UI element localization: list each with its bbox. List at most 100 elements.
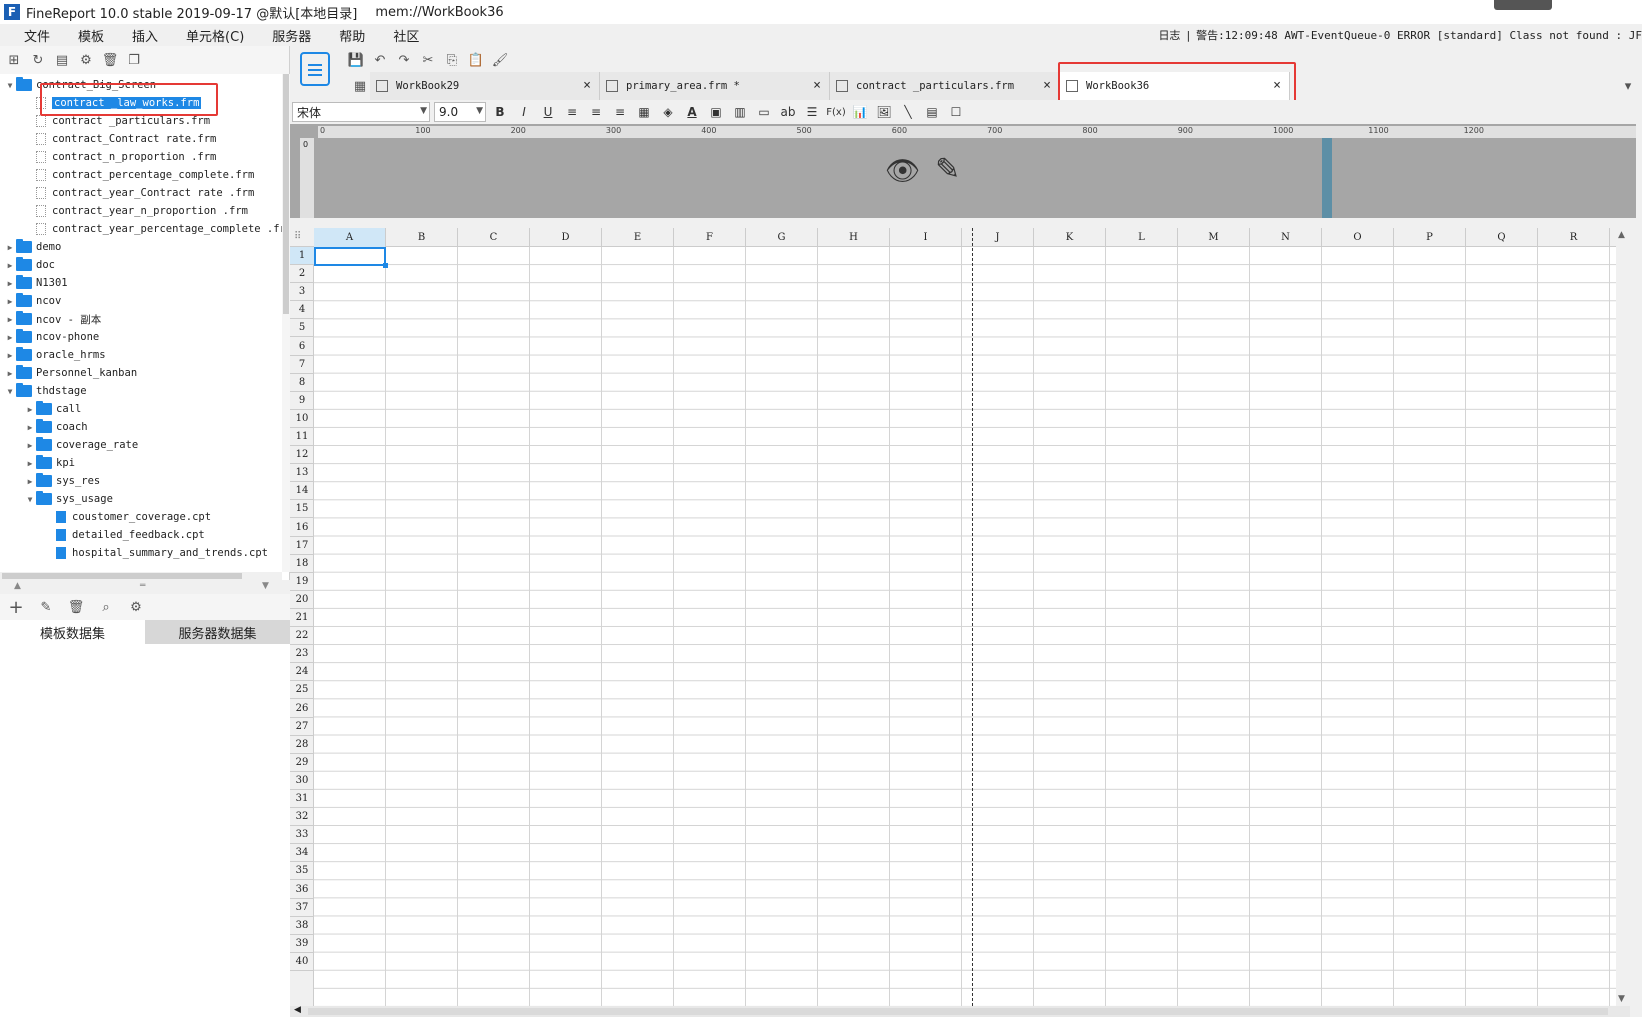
row-header[interactable]: 34 [290,844,314,863]
log-label[interactable]: 日志 [1158,27,1180,43]
row-header[interactable]: 30 [290,772,314,790]
redo-icon[interactable]: ↷ [396,52,412,68]
row-header[interactable]: 24 [290,663,314,682]
save-icon[interactable]: 💾 [348,52,364,68]
delete-dataset-icon[interactable]: 🗑 [68,599,85,615]
row-header[interactable]: 29 [290,754,314,772]
tree-file[interactable]: contract_Contract rate.frm [24,130,216,148]
column-header[interactable]: H [818,228,890,247]
tree-folder[interactable]: ▶ coach [24,418,88,436]
tree-folder[interactable]: ▶ ncov - 副本 [4,310,101,328]
new-folder-icon[interactable]: ⊞ [6,52,22,68]
row-header[interactable]: 3 [290,283,314,302]
text-wrap-button[interactable]: ab [778,102,798,122]
tree-file[interactable]: contract_n_proportion .frm [24,148,216,166]
row-header[interactable]: 14 [290,482,314,501]
tree-folder[interactable]: ▶ coverage_rate [24,436,138,454]
delete-icon[interactable]: 🗑 [102,52,119,68]
spreadsheet-grid[interactable]: ⠿ ABCDEFGHIJKLMNOPQR 1 2 3 4 5 6 7 8 9 10 11 12 13 14… [290,228,1630,1006]
tree-file[interactable]: contract_percentage_complete.frm [24,166,254,184]
tree-file[interactable]: hospital_summary_and_trends.cpt [44,544,268,562]
close-icon[interactable]: × [1043,78,1051,93]
column-header[interactable]: P [1394,228,1466,247]
column-header[interactable]: R [1538,228,1610,247]
row-header[interactable]: 11 [290,428,314,446]
insert-image-icon[interactable]: 🖼 [874,102,894,122]
insert-chart-icon[interactable]: 📊 [850,102,870,122]
row-header[interactable]: 36 [290,881,314,899]
tab-contract-particulars[interactable]: contract _particulars.frm × [830,72,1060,100]
column-header[interactable]: M [1178,228,1250,247]
row-header[interactable]: 37 [290,899,314,917]
formula-button[interactable]: F(x) [826,102,846,122]
scroll-left-icon[interactable]: ◀ [294,1005,301,1015]
tree-horizontal-scrollbar[interactable] [0,572,282,580]
tree-folder[interactable]: ▼ sys_usage [24,490,113,508]
column-header[interactable]: K [1034,228,1106,247]
menu-help[interactable]: 帮助 [325,26,379,45]
close-icon[interactable]: × [583,78,591,93]
tab-workbook29[interactable]: WorkBook29 × [370,72,600,100]
row-header[interactable]: 19 [290,573,314,591]
row-header[interactable]: 32 [290,808,314,827]
tab-list-icon[interactable]: ▾ [1620,78,1636,94]
row-header[interactable]: 33 [290,826,314,845]
paragraph-icon[interactable]: ☰ [802,102,822,122]
scroll-up-icon[interactable]: ▲ [1618,230,1625,240]
menu-community[interactable]: 社区 [379,26,433,45]
grid-vertical-scrollbar[interactable]: ▲ ▼ [1616,228,1630,1006]
row-header[interactable]: 39 [290,935,314,953]
edit-dataset-icon[interactable]: ✎ [38,599,54,615]
tree-folder[interactable]: ▶ call [24,400,81,418]
row-header[interactable]: 17 [290,537,314,555]
tree-file[interactable]: contract_year_Contract rate .frm [24,184,254,202]
underline-button[interactable]: U [538,102,558,122]
chevron-right-icon[interactable]: ▶ [4,369,16,378]
row-header[interactable]: 7 [290,356,314,374]
dataset-settings-icon[interactable]: ⚙ [128,599,144,615]
chevron-right-icon[interactable]: ▶ [24,477,36,486]
tree-file[interactable]: coustomer_coverage.cpt [44,508,211,526]
pencil-edit-icon[interactable]: ✎ [935,152,960,187]
row-header[interactable]: 23 [290,645,314,664]
insert-row-icon[interactable]: ▭ [754,102,774,122]
column-header[interactable]: C [458,228,530,247]
tree-file[interactable]: contract_year_n_proportion .frm [24,202,248,220]
slash-icon[interactable]: ╲ [898,102,918,122]
tree-folder[interactable]: ▶ demo [4,238,61,256]
fill-color-icon[interactable]: ◈ [658,102,678,122]
copy-icon[interactable]: ⎘ [444,52,460,68]
tab-template-dataset[interactable]: 模板数据集 [0,620,145,644]
tree-vertical-scrollbar[interactable] [282,74,290,572]
column-header[interactable]: G [746,228,818,247]
tree-folder[interactable]: ▶ oracle_hrms [4,346,106,364]
align-center-icon[interactable]: ≡ [586,102,606,122]
chevron-right-icon[interactable]: ▶ [24,459,36,468]
row-header[interactable]: 27 [290,718,314,736]
column-header[interactable]: I [890,228,962,247]
font-size-select[interactable]: 9.0 ▼ [434,102,486,122]
refresh-icon[interactable]: ↻ [30,52,46,68]
template-view-icon[interactable] [300,52,330,86]
row-header[interactable]: 22 [290,627,314,646]
selected-cell[interactable] [314,247,388,268]
row-header[interactable]: 21 [290,609,314,627]
bold-button[interactable]: B [490,102,510,122]
menu-file[interactable]: 文件 [0,26,64,45]
row-header[interactable]: 40 [290,953,314,971]
row-header[interactable]: 12 [290,446,314,465]
tree-folder[interactable]: ▶ N1301 [4,274,68,292]
align-left-icon[interactable]: ≡ [562,102,582,122]
collapse-up-icon[interactable]: ▲ [14,581,21,591]
row-header[interactable]: 5 [290,319,314,338]
column-header[interactable]: F [674,228,746,247]
row-header[interactable]: 13 [290,464,314,483]
splitter-grip-icon[interactable]: ═ [140,581,145,591]
chevron-right-icon[interactable]: ▶ [4,351,16,360]
row-header[interactable]: 8 [290,374,314,392]
format-painter-icon[interactable]: 🖌 [492,52,509,68]
chevron-right-icon[interactable]: ▶ [4,261,16,270]
tree-folder[interactable]: ▶ sys_res [24,472,100,490]
tree-folder[interactable]: ▶ kpi [24,454,75,472]
row-header[interactable]: 2 [290,265,314,284]
